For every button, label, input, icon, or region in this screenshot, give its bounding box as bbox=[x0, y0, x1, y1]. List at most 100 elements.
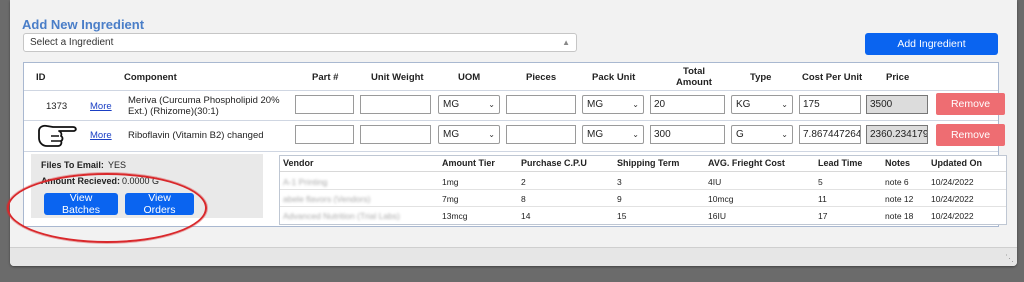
row1-id: 1373 bbox=[46, 101, 68, 112]
highlight-oval bbox=[7, 173, 207, 243]
vendor-row1-lead-time: 5 bbox=[818, 177, 823, 187]
row1-remove-button[interactable]: Remove bbox=[936, 93, 1005, 115]
vendor-divider bbox=[280, 206, 1006, 207]
vendor-row3-vendor: Advanced Nutrition (Trial Labs) bbox=[283, 211, 400, 221]
vendor-divider bbox=[280, 189, 1006, 190]
header-divider bbox=[24, 90, 998, 91]
vendor-header-notes: Notes bbox=[885, 158, 911, 168]
row1-uom-select[interactable]: MG ⌄ bbox=[438, 95, 500, 114]
header-unit-weight: Unit Weight bbox=[371, 72, 424, 83]
header-uom: UOM bbox=[458, 72, 481, 83]
vendor-row1-vendor: A-1 Printing bbox=[283, 177, 328, 187]
header-total-amount-line1: Total bbox=[683, 66, 705, 77]
row2-unit-weight-input[interactable] bbox=[360, 125, 431, 144]
row1-price-field: 3500 bbox=[866, 95, 928, 114]
add-ingredient-button[interactable]: Add Ingredient bbox=[865, 33, 998, 55]
vendor-row1-avg-freight: 4IU bbox=[708, 177, 722, 187]
vendor-row2-updated-on: 10/24/2022 bbox=[931, 194, 974, 204]
vendor-row2-avg-freight: 10mcg bbox=[708, 194, 734, 204]
row2-pack-unit-select[interactable]: MG ⌄ bbox=[582, 125, 644, 144]
row2-total-amount-input[interactable]: 300 bbox=[650, 125, 725, 144]
chevron-down-icon: ▲︎ bbox=[562, 38, 570, 47]
row2-more-link[interactable]: More bbox=[90, 130, 112, 141]
row2-remove-button[interactable]: Remove bbox=[936, 124, 1005, 146]
page-title: Add New Ingredient bbox=[22, 17, 145, 32]
row2-uom-select[interactable]: MG ⌄ bbox=[438, 125, 500, 144]
row1-unit-weight-input[interactable] bbox=[360, 95, 431, 114]
row1-total-amount-input[interactable]: 20 bbox=[650, 95, 725, 114]
ingredient-select[interactable]: Select a Ingredient ▲︎ bbox=[23, 33, 577, 52]
row1-type-value: KG bbox=[736, 99, 751, 110]
row1-part-input[interactable] bbox=[295, 95, 354, 114]
vendor-row3-shipping-term: 15 bbox=[617, 211, 627, 221]
vendor-row2-notes: note 12 bbox=[885, 194, 914, 204]
vendor-row2-shipping-term: 9 bbox=[617, 194, 622, 204]
files-to-email-label: Files To Email: bbox=[41, 160, 104, 170]
resize-grip-icon[interactable]: ⋱ bbox=[1004, 253, 1014, 263]
vendor-row2-purchase-cpu: 8 bbox=[521, 194, 526, 204]
row2-cost-input[interactable]: 7.867447264 bbox=[799, 125, 861, 144]
vendor-row3-purchase-cpu: 14 bbox=[521, 211, 531, 221]
row2-part-input[interactable] bbox=[295, 125, 354, 144]
header-component: Component bbox=[124, 72, 177, 83]
chevron-down-icon: ⌄ bbox=[632, 100, 639, 109]
row2-pieces-input[interactable] bbox=[506, 125, 576, 144]
header-cost-per-unit: Cost Per Unit bbox=[802, 72, 863, 83]
vendor-row1-notes: note 6 bbox=[885, 177, 909, 187]
row2-component: Riboflavin (Vitamin B2) changed bbox=[128, 130, 264, 141]
header-type: Type bbox=[750, 72, 772, 83]
chevron-down-icon: ⌄ bbox=[488, 130, 495, 139]
vendor-header-purchase-cpu: Purchase C.P.U bbox=[521, 158, 587, 168]
row1-pack-unit-select[interactable]: MG ⌄ bbox=[582, 95, 644, 114]
pointing-hand-icon bbox=[38, 124, 77, 147]
row2-price-field: 2360.234179 bbox=[866, 125, 928, 144]
header-total-amount: Total Amount bbox=[670, 66, 718, 88]
vendor-row2-vendor: abele flavors (Vendors) bbox=[283, 194, 371, 204]
vendor-header-vendor: Vendor bbox=[283, 158, 314, 168]
header-total-amount-line2: Amount bbox=[676, 77, 712, 88]
header-id: ID bbox=[36, 72, 46, 83]
row2-type-value: G bbox=[736, 129, 744, 140]
row1-type-select[interactable]: KG ⌄ bbox=[731, 95, 793, 114]
vendor-row1-shipping-term: 3 bbox=[617, 177, 622, 187]
vendor-row1-purchase-cpu: 2 bbox=[521, 177, 526, 187]
vendor-row3-updated-on: 10/24/2022 bbox=[931, 211, 974, 221]
vendor-row3-notes: note 18 bbox=[885, 211, 914, 221]
vendor-row3-amount-tier: 13mcg bbox=[442, 211, 468, 221]
vendor-header-lead-time: Lead Time bbox=[818, 158, 863, 168]
chevron-down-icon: ⌄ bbox=[488, 100, 495, 109]
vendor-row3-avg-freight: 16IU bbox=[708, 211, 726, 221]
vendor-row2-amount-tier: 7mg bbox=[442, 194, 459, 204]
row1-cost-input[interactable]: 175 bbox=[799, 95, 861, 114]
ingredient-select-placeholder: Select a Ingredient bbox=[30, 37, 114, 48]
header-price: Price bbox=[886, 72, 910, 83]
files-to-email-value: YES bbox=[108, 160, 127, 170]
vendor-table: Vendor Amount Tier Purchase C.P.U Shippi… bbox=[279, 155, 1007, 225]
vendor-divider bbox=[280, 171, 1006, 172]
row1-uom-value: MG bbox=[443, 99, 460, 110]
vendor-header-avg-freight: AVG. Frieght Cost bbox=[708, 158, 785, 168]
vendor-row2-lead-time: 11 bbox=[818, 194, 827, 204]
vendor-header-shipping-term: Shipping Term bbox=[617, 158, 680, 168]
vendor-header-updated-on: Updated On bbox=[931, 158, 982, 168]
vendor-row1-updated-on: 10/24/2022 bbox=[931, 177, 974, 187]
header-part: Part # bbox=[312, 72, 339, 83]
vendor-row1-amount-tier: 1mg bbox=[442, 177, 459, 187]
row1-pieces-input[interactable] bbox=[506, 95, 576, 114]
row1-more-link[interactable]: More bbox=[90, 101, 112, 112]
vendor-row3-lead-time: 17 bbox=[818, 211, 828, 221]
row-divider bbox=[24, 120, 998, 121]
panel-footer: ⋱ bbox=[10, 247, 1017, 266]
header-pieces: Pieces bbox=[526, 72, 557, 83]
row2-type-select[interactable]: G ⌄ bbox=[731, 125, 793, 144]
row2-pack-unit-value: MG bbox=[587, 129, 604, 140]
row1-pack-unit-value: MG bbox=[587, 99, 604, 110]
row1-component: Meriva (Curcuma Phospholipid 20% Ext.) (… bbox=[128, 95, 280, 117]
chevron-down-icon: ⌄ bbox=[632, 130, 639, 139]
row-divider bbox=[24, 151, 998, 152]
vendor-header-amount-tier: Amount Tier bbox=[442, 158, 495, 168]
chevron-down-icon: ⌄ bbox=[781, 130, 788, 139]
header-pack-unit: Pack Unit bbox=[592, 72, 636, 83]
chevron-down-icon: ⌄ bbox=[781, 100, 788, 109]
row2-uom-value: MG bbox=[443, 129, 460, 140]
